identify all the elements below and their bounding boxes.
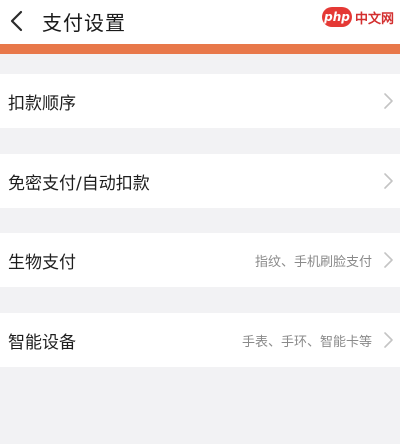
top-bar: 支付设置 php 中文网 [0,0,400,44]
chevron-right-icon [382,250,394,270]
watermark-text: 中文网 [355,11,395,27]
settings-item-label: 免密支付/自动扣款 [8,174,150,194]
settings-item-smart-devices[interactable]: 智能设备 手表、手环、智能卡等 [0,313,400,367]
settings-item-value: 指纹、手机刷脸支付 [254,255,372,270]
back-button[interactable] [6,6,30,36]
chevron-left-icon [6,6,30,36]
settings-item-label: 扣款顺序 [8,94,76,114]
settings-item-biometric-payment[interactable]: 生物支付 指纹、手机刷脸支付 [0,233,400,287]
settings-item-value: 手表、手环、智能卡等 [241,335,372,350]
accent-bar [0,44,400,54]
settings-item-deduction-order[interactable]: 扣款顺序 [0,74,400,128]
settings-item-label: 生物支付 [8,253,76,273]
settings-item-label: 智能设备 [8,333,76,353]
chevron-right-icon [382,330,394,350]
watermark-logo-badge: php [322,7,352,27]
page-title: 支付设置 [42,11,126,35]
settings-item-password-free-payment[interactable]: 免密支付/自动扣款 [0,154,400,208]
chevron-right-icon [382,171,394,191]
chevron-right-icon [382,91,394,111]
watermark-logo: php 中文网 [322,6,394,28]
